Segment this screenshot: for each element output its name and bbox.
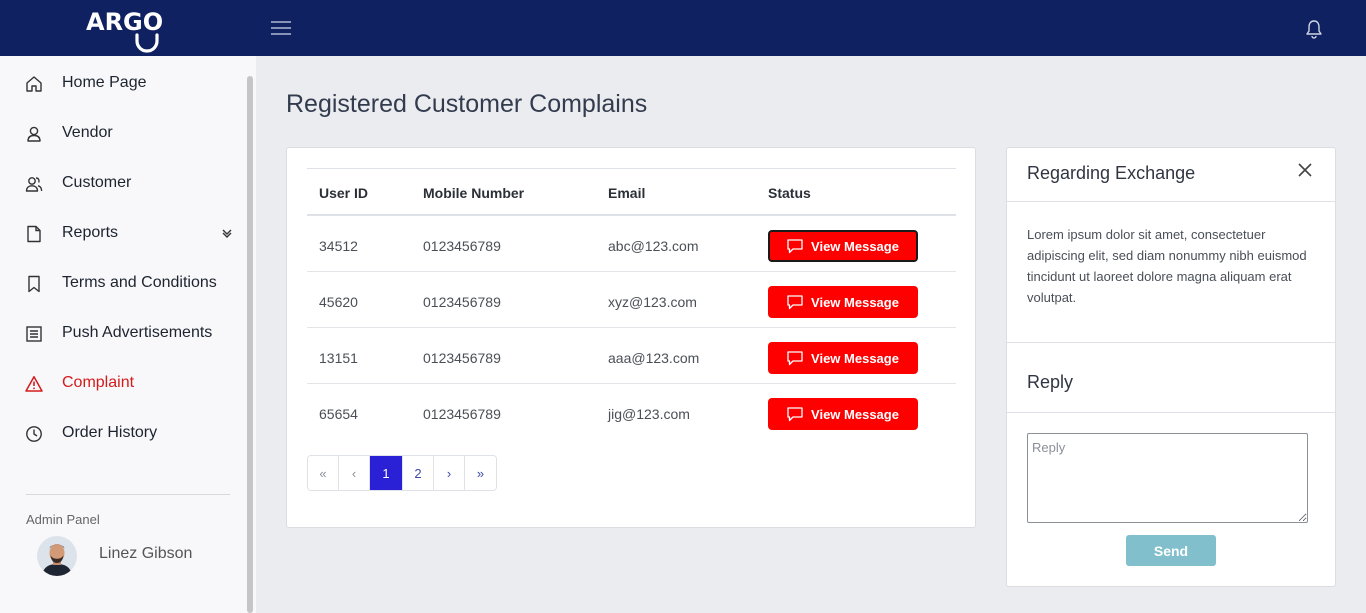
message-icon (787, 350, 803, 365)
list-icon (26, 326, 42, 342)
view-message-label: View Message (811, 350, 899, 366)
email-cell: xyz@123.com (608, 294, 697, 310)
view-message-label: View Message (811, 406, 899, 422)
admin-name: Linez Gibson (99, 545, 193, 562)
reply-heading: Reply (1027, 372, 1074, 392)
view-message-button[interactable]: View Message (768, 286, 918, 318)
pagination-prev-button[interactable]: ‹ (339, 456, 370, 490)
sidebar-item-label: Reports (62, 224, 119, 241)
page-title: Registered Customer Complains (286, 90, 648, 118)
pagination-next-button[interactable]: › (434, 456, 465, 490)
user-id-cell: 34512 (319, 238, 358, 254)
view-message-label: View Message (811, 294, 899, 310)
sidebar-item-label: Order History (62, 424, 158, 441)
sidebar-divider (26, 494, 230, 495)
user-icon (27, 126, 41, 142)
panel-divider (1007, 342, 1335, 343)
admin-panel-label: Admin Panel (26, 512, 100, 527)
message-icon (787, 406, 803, 421)
sidebar-item-customer[interactable]: Customer (0, 158, 245, 208)
users-icon (25, 177, 43, 192)
hamburger-menu-icon[interactable] (271, 19, 291, 37)
user-id-cell: 65654 (319, 406, 358, 422)
sidebar-item-label: Customer (62, 174, 132, 191)
mobile-cell: 0123456789 (423, 294, 501, 310)
sidebar-item-label: Terms and Conditions (62, 274, 217, 291)
user-id-cell: 45620 (319, 294, 358, 310)
logo-text: ARGO (86, 8, 164, 36)
message-icon (787, 294, 803, 309)
user-avatar-icon (37, 536, 77, 576)
pagination-first-button[interactable]: « (308, 456, 339, 490)
column-header-email: Email (608, 185, 646, 201)
panel-divider (1007, 412, 1335, 413)
sidebar-item-vendor[interactable]: Vendor (0, 108, 245, 158)
send-button[interactable]: Send (1126, 535, 1216, 566)
column-header-user-id: User ID (319, 185, 369, 201)
panel-divider (1007, 201, 1335, 202)
close-icon[interactable] (1297, 162, 1313, 178)
pagination: « ‹ 1 2 › » (307, 455, 497, 491)
mobile-cell: 0123456789 (423, 238, 501, 254)
reply-textarea[interactable] (1027, 433, 1308, 523)
column-header-mobile-number: Mobile Number (423, 185, 525, 201)
mobile-cell: 0123456789 (423, 350, 501, 366)
email-cell: abc@123.com (608, 238, 699, 254)
chevron-down-icon[interactable] (221, 228, 233, 238)
message-title: Regarding Exchange (1027, 163, 1196, 183)
sidebar-item-home-page[interactable]: Home Page (0, 58, 245, 108)
clock-icon (26, 426, 42, 442)
table-row: 34512 0123456789 abc@123.com View Messag… (307, 215, 956, 272)
pagination-page-2[interactable]: 2 (403, 456, 434, 490)
sidebar-item-label: Push Advertisements (62, 324, 213, 341)
pagination-page-1[interactable]: 1 (370, 456, 403, 490)
bookmark-icon (28, 275, 40, 293)
sidebar-item-terms-and-conditions[interactable]: Terms and Conditions (0, 258, 245, 308)
logo-smile-icon (135, 33, 159, 53)
view-message-button[interactable]: View Message (768, 342, 918, 374)
table-row: 65654 0123456789 jig@123.com View Messag… (307, 383, 956, 439)
sidebar-item-label: Vendor (62, 124, 113, 141)
sidebar: Home Page Vendor Customer Reports Terms … (0, 56, 256, 613)
email-cell: aaa@123.com (608, 350, 700, 366)
sidebar-item-reports[interactable]: Reports (0, 208, 245, 258)
mobile-cell: 0123456789 (423, 406, 501, 422)
document-icon (27, 225, 41, 243)
complaints-table-card: User ID Mobile Number Email Status 34512… (286, 147, 976, 528)
sidebar-item-label: Home Page (62, 74, 147, 91)
view-message-button[interactable]: View Message (768, 398, 918, 430)
pagination-last-button[interactable]: » (465, 456, 496, 490)
email-cell: jig@123.com (608, 406, 690, 422)
sidebar-item-order-history[interactable]: Order History (0, 408, 245, 458)
view-message-button[interactable]: View Message (768, 230, 918, 262)
user-id-cell: 13151 (319, 350, 358, 366)
bell-icon[interactable] (1305, 19, 1323, 39)
view-message-label: View Message (811, 238, 899, 254)
message-icon (787, 238, 803, 253)
argo-logo[interactable]: ARGO (86, 8, 170, 53)
table-row: 13151 0123456789 aaa@123.com View Messag… (307, 327, 956, 384)
sidebar-item-label: Complaint (62, 374, 135, 391)
column-header-status: Status (768, 185, 811, 201)
sidebar-item-push-advertisements[interactable]: Push Advertisements (0, 308, 245, 358)
sidebar-scrollbar[interactable] (247, 76, 253, 613)
table-divider (307, 168, 956, 169)
table-row: 45620 0123456789 xyz@123.com View Messag… (307, 271, 956, 328)
top-navbar: ARGO (0, 0, 1366, 56)
warning-icon (25, 376, 43, 392)
message-panel: Regarding Exchange Lorem ipsum dolor sit… (1006, 147, 1336, 587)
avatar[interactable] (37, 536, 77, 576)
sidebar-item-complaint[interactable]: Complaint (0, 358, 245, 408)
message-body: Lorem ipsum dolor sit amet, consectetuer… (1027, 227, 1307, 305)
home-icon (26, 76, 42, 92)
